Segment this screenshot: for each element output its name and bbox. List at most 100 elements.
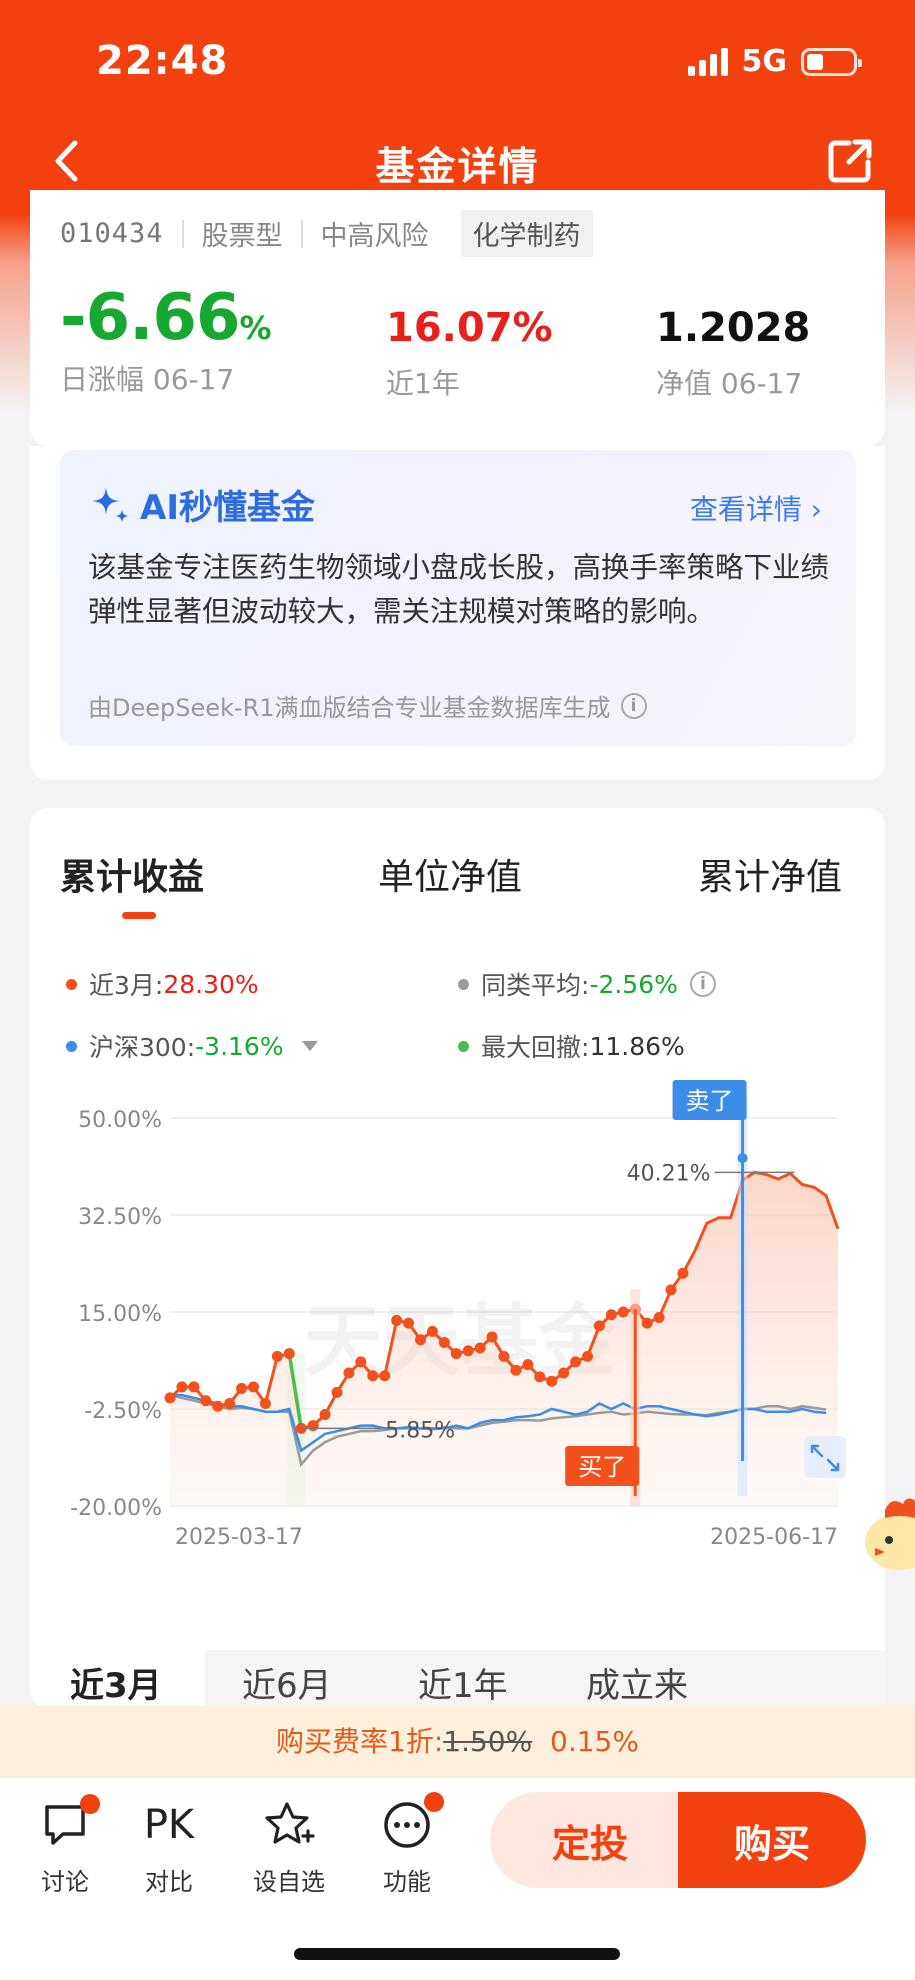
fund-point bbox=[176, 1381, 188, 1393]
legend-drawdown-value: 11.86% bbox=[589, 1031, 685, 1061]
bottom-action-bar: 讨论 PK 对比 设自选 功能 定投 购买 bbox=[0, 1778, 915, 1980]
fund-point bbox=[259, 1397, 271, 1409]
fund-point bbox=[510, 1364, 522, 1376]
divider bbox=[181, 219, 184, 248]
more-label: 功能 bbox=[383, 1868, 431, 1896]
pk-icon: PK bbox=[143, 1802, 195, 1848]
more-dots-icon bbox=[362, 1792, 452, 1854]
sparkle-icon bbox=[92, 486, 129, 523]
year-return-value: 16.07% bbox=[386, 305, 553, 351]
legend-dot bbox=[66, 978, 77, 990]
legend-fund-label: 近3月: bbox=[89, 971, 164, 1000]
fund-code: 010434 bbox=[60, 218, 164, 249]
ai-more-link[interactable]: 查看详情 › bbox=[690, 488, 822, 528]
period-1y[interactable]: 近1年 bbox=[418, 1658, 508, 1707]
period-3m[interactable]: 近3月 bbox=[70, 1658, 162, 1707]
period-6m[interactable]: 近6月 bbox=[242, 1658, 332, 1707]
ai-footer-text: 由DeepSeek-R1满血版结合专业基金数据库生成 bbox=[88, 694, 611, 722]
y-tick-label: 50.00% bbox=[78, 1108, 162, 1133]
compare-button[interactable]: PK 对比 bbox=[124, 1796, 214, 1897]
ai-summary-box[interactable]: AI秒懂基金 查看详情 › 该基金专注医药生物领域小盘成长股，高换手率策略下业绩… bbox=[60, 450, 856, 746]
fund-point bbox=[355, 1356, 367, 1368]
tab-unit-nav[interactable]: 单位净值 bbox=[378, 848, 522, 900]
period-since-inception[interactable]: 成立来 bbox=[586, 1658, 688, 1707]
fund-point bbox=[283, 1348, 295, 1360]
legend-average: 同类平均: -2.56% i bbox=[458, 966, 716, 1002]
tab-indicator bbox=[122, 912, 156, 919]
fund-point bbox=[212, 1400, 224, 1412]
fund-point bbox=[403, 1317, 415, 1329]
day-change-unit: % bbox=[239, 309, 271, 347]
tab-cumulative-nav[interactable]: 累计净值 bbox=[698, 848, 842, 900]
legend-hs300-label: 沪深300: bbox=[89, 1033, 196, 1062]
fund-point bbox=[546, 1375, 558, 1387]
fund-point bbox=[617, 1306, 629, 1318]
legend-average-value: -2.56% bbox=[589, 969, 678, 999]
day-change-label: 日涨幅 06-17 bbox=[60, 363, 235, 396]
fund-point bbox=[582, 1350, 593, 1362]
chart-tabs: 累计收益 单位净值 累计净值 bbox=[30, 848, 885, 938]
chevron-right-icon: › bbox=[810, 493, 822, 526]
auto-invest-button[interactable]: 定投 bbox=[490, 1792, 690, 1888]
fund-point bbox=[462, 1345, 474, 1357]
discuss-label: 讨论 bbox=[41, 1868, 89, 1896]
fund-point bbox=[236, 1382, 248, 1394]
legend-dot bbox=[458, 1040, 469, 1052]
info-icon[interactable]: i bbox=[689, 971, 716, 997]
fund-point bbox=[474, 1342, 486, 1354]
chat-icon bbox=[20, 1794, 110, 1854]
fund-point bbox=[307, 1420, 319, 1432]
fund-tags: 010434 股票型 中高风险 化学制药 bbox=[60, 210, 593, 257]
compare-label: 对比 bbox=[145, 1868, 193, 1896]
watchlist-label: 设自选 bbox=[253, 1868, 325, 1896]
fund-point bbox=[248, 1381, 259, 1393]
ai-more-label: 查看详情 bbox=[689, 493, 802, 526]
fund-point bbox=[200, 1395, 212, 1407]
tab-cumulative-return[interactable]: 累计收益 bbox=[60, 848, 204, 900]
divider bbox=[300, 219, 303, 248]
fund-point bbox=[164, 1392, 176, 1404]
fund-point bbox=[271, 1350, 283, 1362]
status-icons: 5G bbox=[687, 44, 862, 79]
fund-point bbox=[677, 1267, 689, 1279]
dropdown-arrow-icon[interactable] bbox=[301, 1041, 318, 1051]
return-chart[interactable]: 50.00% 32.50% 15.00% -2.50% -20.00% 2025-03-1… bbox=[30, 1068, 885, 1648]
fund-point bbox=[486, 1331, 498, 1343]
day-change-value: -6.66% bbox=[60, 286, 272, 350]
legend-hs300: 沪深300: -3.16% bbox=[66, 1028, 318, 1064]
share-icon bbox=[828, 139, 872, 183]
fund-point bbox=[438, 1336, 450, 1348]
fee-prefix: 购买费率1折: bbox=[276, 1725, 444, 1758]
period-selector: 近3月 近6月 近1年 成立来 bbox=[30, 1650, 885, 1708]
more-functions-button[interactable]: 功能 bbox=[362, 1792, 452, 1897]
year-return-block: 16.07% 近1年 bbox=[386, 308, 553, 402]
chart-card: 累计收益 单位净值 累计净值 近3月: 28.30% 同类平均: -2.56% … bbox=[30, 808, 885, 1708]
fund-point bbox=[426, 1325, 438, 1337]
star-plus-icon bbox=[244, 1796, 334, 1854]
share-button[interactable] bbox=[825, 136, 875, 186]
mascot-icon[interactable] bbox=[851, 1484, 915, 1584]
y-tick-label: -20.00% bbox=[70, 1496, 162, 1521]
sector-tag[interactable]: 化学制药 bbox=[460, 210, 593, 257]
top-bar: 22:48 5G 基金详情 bbox=[0, 0, 915, 213]
info-icon[interactable]: i bbox=[620, 692, 647, 719]
sell-label: 卖了 bbox=[686, 1087, 734, 1115]
peak-label: 40.21% bbox=[627, 1161, 711, 1186]
legend-dot bbox=[458, 978, 469, 990]
fund-point bbox=[415, 1334, 426, 1346]
fee-banner[interactable]: 购买费率1折:1.50% 0.15% bbox=[0, 1706, 915, 1778]
nav-block: 1.2028 净值 06-17 bbox=[656, 308, 810, 402]
fund-info-card: 010434 股票型 中高风险 化学制药 -6.66% 日涨幅 06-17 16… bbox=[30, 190, 885, 446]
y-tick-label: -2.50% bbox=[84, 1399, 162, 1424]
fund-point bbox=[379, 1370, 391, 1382]
add-watchlist-button[interactable]: 设自选 bbox=[244, 1796, 334, 1897]
buy-button[interactable]: 购买 bbox=[678, 1792, 866, 1888]
fund-point bbox=[188, 1381, 200, 1393]
sell-point bbox=[737, 1153, 748, 1164]
fund-point bbox=[665, 1284, 677, 1296]
fund-point bbox=[343, 1367, 355, 1379]
status-time: 22:48 bbox=[96, 38, 229, 84]
discuss-button[interactable]: 讨论 bbox=[20, 1794, 110, 1897]
legend-drawdown: 最大回撤: 11.86% bbox=[458, 1028, 685, 1064]
ai-summary-card: AI秒懂基金 查看详情 › 该基金专注医药生物领域小盘成长股，高换手率策略下业绩… bbox=[30, 446, 885, 780]
